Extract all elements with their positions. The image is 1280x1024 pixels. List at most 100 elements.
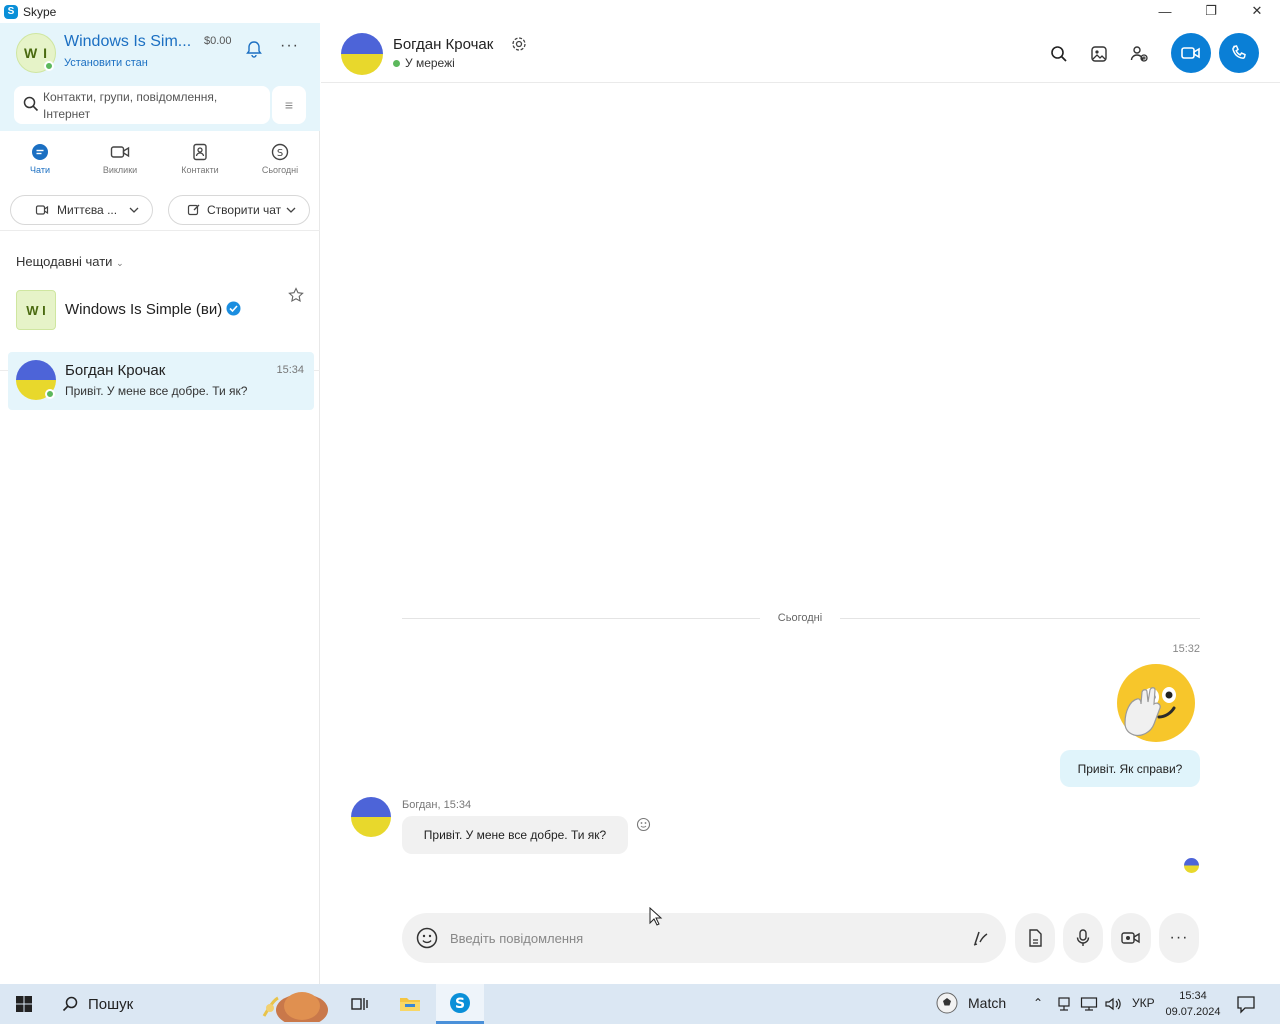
chat-item-bohdan[interactable]: Богдан Крочак 15:34 Привіт. У мене все д… [8,352,314,410]
tab-chats[interactable]: Чати [0,131,80,191]
new-chat-label: Створити чат [207,203,282,217]
chat-item-preview: Привіт. У мене все добре. Ти як? [65,384,248,398]
microphone-icon [1076,929,1090,946]
format-text-icon[interactable] [972,928,990,951]
add-people-icon[interactable] [1128,43,1150,65]
chat-icon [32,144,48,160]
sidebar: W I Windows Is Sim... $0.00 Установити с… [0,23,320,984]
gallery-icon[interactable] [1088,43,1110,65]
meet-now-icon [35,205,49,215]
task-view-icon [351,998,368,1010]
tab-today[interactable]: S Сьогодні [240,131,320,191]
search-input[interactable]: Контакти, групи, повідомлення, Інтернет [14,86,270,124]
sender-avatar[interactable] [351,797,391,837]
video-call-button[interactable] [1171,33,1211,73]
contact-avatar[interactable] [341,33,383,75]
skype-taskbar-button[interactable]: S [436,984,484,1024]
search-icon [62,996,78,1012]
folder-icon [400,998,420,1011]
incoming-message[interactable]: Привіт. У мене все добре. Ти як? [402,816,628,854]
chevron-down-icon [129,207,139,213]
task-view-button[interactable] [336,984,384,1024]
read-receipt-avatar [1184,858,1199,873]
settings-icon[interactable] [511,36,527,55]
tab-contacts[interactable]: Контакти [160,131,240,191]
emoji-icon[interactable] [416,927,438,952]
recent-chats-header[interactable]: Нещодавні чати ⌄ [16,254,124,269]
profile-header: W I Windows Is Sim... $0.00 Установити с… [0,23,320,131]
tab-label: Сьогодні [261,165,299,175]
skype-credit[interactable]: $0.00 [204,35,232,47]
verified-badge-icon [226,301,241,316]
more-options-icon: ··· [1169,929,1189,946]
phone-icon [1232,45,1246,59]
clock-date: 09.07.2024 [1165,1006,1221,1018]
message-composer [402,913,1006,963]
divider [402,618,760,619]
avatar: W I [16,290,56,330]
filter-icon[interactable]: ≡ [272,86,306,124]
chat-header: Богдан Крочак У мережі [321,23,1280,83]
notifications-icon[interactable] [1236,994,1256,1017]
chat-item-name: Богдан Крочак [65,362,166,379]
contact-name: Windows Is Simple (ви) [65,301,223,318]
add-reaction-icon[interactable] [636,817,651,835]
window-title: Skype [23,4,57,19]
meet-now-label: Миттєва ... [57,203,118,217]
clock-time: 15:34 [1179,990,1207,1002]
more-actions-button[interactable]: ··· [1159,913,1199,963]
outgoing-message[interactable]: Привіт. Як справи? [1060,750,1200,787]
window-controls: — ❐ ✕ [1142,0,1280,22]
audio-call-button[interactable] [1219,33,1259,73]
clock[interactable]: 15:34 09.07.2024 [1160,988,1226,1020]
video-message-icon [1121,932,1140,944]
language-indicator[interactable]: УКР [1132,996,1155,1010]
star-icon[interactable] [288,287,304,306]
new-chat-button[interactable]: Створити чат [168,195,310,225]
file-explorer-button[interactable] [386,984,434,1024]
day-separator: Сьогодні [777,612,823,624]
meet-now-button[interactable]: Миттєва ... [10,195,153,225]
volume-icon[interactable] [1104,996,1122,1015]
mouse-cursor-icon [649,907,663,926]
tab-calls[interactable]: Виклики [80,131,160,191]
voice-message-button[interactable] [1063,913,1103,963]
taskbar-search-label: Пошук [88,995,134,1013]
hand-over-mouth-emoji-icon[interactable] [1115,663,1197,745]
video-call-icon [110,146,130,158]
tab-label: Контакти [181,165,219,175]
chevron-up-icon[interactable]: ⌃ [1033,996,1043,1010]
message-input[interactable] [450,925,950,951]
weather-widget[interactable]: Match [936,992,1006,1014]
weather-label: Match [968,995,1007,1011]
title-bar: S Skype — ❐ ✕ [0,0,1280,23]
divider [840,618,1200,619]
minimize-button[interactable]: — [1142,0,1188,22]
start-button[interactable] [0,984,48,1024]
taskbar-search[interactable]: Пошук [52,986,332,1022]
share-file-button[interactable] [1015,913,1055,963]
display-icon[interactable] [1080,996,1098,1015]
set-status-link[interactable]: Установити стан [64,57,148,69]
message-time: 15:32 [1172,643,1200,655]
video-camera-icon [1181,47,1200,59]
nav-tabs: Чати Виклики Контакти S Сьогодні [0,131,320,191]
online-indicator [45,389,55,399]
skype-icon: S [450,992,470,1013]
contact-name[interactable]: Богдан Крочак [393,36,493,53]
tab-label: Чати [30,165,50,175]
close-button[interactable]: ✕ [1234,0,1280,22]
restore-button[interactable]: ❐ [1188,0,1234,22]
chat-item-self[interactable]: W I Windows Is Simple (ви) [8,282,314,340]
video-message-button[interactable] [1111,913,1151,963]
taskbar: Пошук S Match ⌃ УКР 15:34 09.07.2024 [0,984,1280,1024]
svg-text:S: S [277,148,283,159]
more-options-icon[interactable]: ··· [280,37,299,55]
contacts-icon [193,143,207,161]
search-icon[interactable] [1048,43,1070,65]
network-icon[interactable] [1056,996,1072,1015]
bell-icon[interactable] [244,39,264,59]
profile-name[interactable]: Windows Is Sim... [64,33,191,51]
chat-item-time: 15:34 [276,364,304,376]
online-indicator [44,61,54,71]
